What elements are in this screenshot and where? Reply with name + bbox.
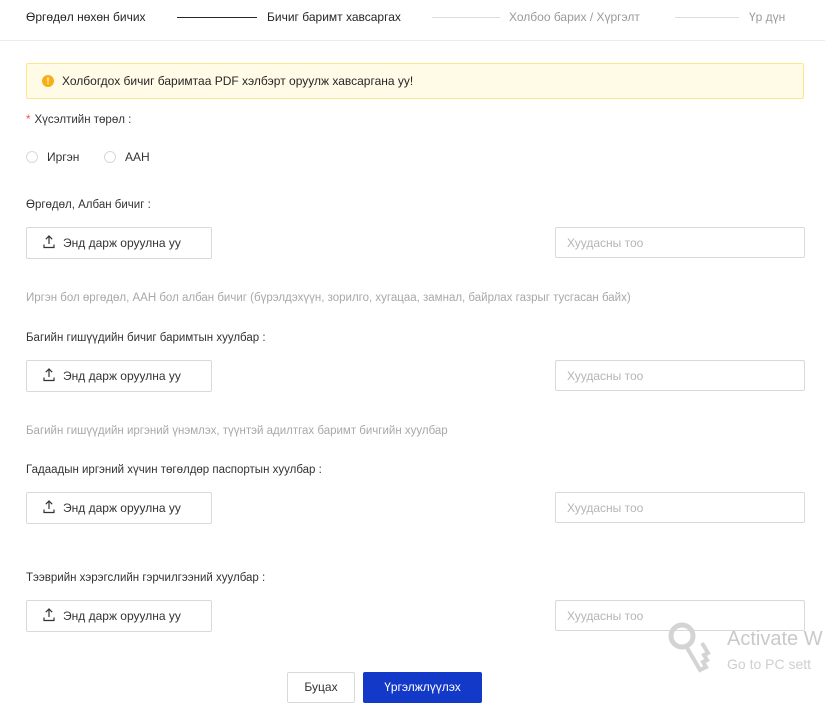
upload-label: Энд дарж оруулна уу — [63, 609, 181, 623]
step-1[interactable]: Өргөдөл нөхөн бичих — [26, 10, 146, 24]
upload-passport-button[interactable]: Энд дарж оруулна уу — [26, 492, 212, 524]
upload-icon — [43, 368, 55, 382]
team-documents-label: Багийн гишүүдийн бичиг баримтын хуулбар … — [26, 332, 266, 344]
pdf-alert: ! Холбогдох бичиг баримтаа PDF хэлбэрт о… — [26, 63, 804, 99]
team-documents-pages-input[interactable] — [555, 360, 805, 391]
activation-watermark: Activate W Go to PC sett — [662, 620, 825, 680]
upload-label: Энд дарж оруулна уу — [63, 236, 181, 250]
passport-copy-label: Гадаадын иргэний хүчин төгөлдөр паспорты… — [26, 464, 322, 476]
key-icon — [668, 622, 711, 673]
upload-icon — [43, 608, 55, 622]
upload-icon — [43, 235, 55, 249]
step-3[interactable]: Холбоо барих / Хүргэлт — [509, 10, 640, 24]
continue-button[interactable]: Үргэлжлүүлэх — [363, 672, 482, 703]
application-hint: Иргэн бол өргөдөл, ААН бол албан бичиг (… — [26, 292, 631, 304]
upload-team-documents-button[interactable]: Энд дарж оруулна уу — [26, 360, 212, 392]
application-pages-input[interactable] — [555, 227, 805, 258]
passport-pages-input[interactable] — [555, 492, 805, 523]
application-letter-label: Өргөдөл, Албан бичиг : — [26, 199, 151, 211]
radio-company-label: ААН — [125, 150, 150, 164]
steps-bar: Өргөдөл нөхөн бичих Бичиг баримт хавсарг… — [0, 0, 825, 41]
step-2[interactable]: Бичиг баримт хавсаргах — [267, 10, 401, 24]
back-button[interactable]: Буцах — [287, 672, 355, 703]
required-mark: * — [26, 114, 31, 126]
step-connector-1 — [177, 17, 257, 18]
upload-vehicle-certificate-button[interactable]: Энд дарж оруулна уу — [26, 600, 212, 632]
upload-application-button[interactable]: Энд дарж оруулна уу — [26, 227, 212, 259]
upload-icon — [43, 500, 55, 514]
step-connector-3 — [675, 17, 739, 18]
upload-label: Энд дарж оруулна уу — [63, 501, 181, 515]
team-documents-hint: Багийн гишүүдийн иргэний үнэмлэх, түүнтэ… — [26, 425, 448, 437]
request-type-label: * Хүсэлтийн төрөл : — [26, 114, 131, 126]
warning-icon: ! — [42, 75, 54, 87]
upload-label: Энд дарж оруулна уу — [63, 369, 181, 383]
step-connector-2 — [432, 17, 500, 18]
watermark-subtitle: Go to PC sett — [727, 656, 812, 672]
watermark-title: Activate W — [727, 628, 823, 650]
radio-circle[interactable] — [26, 151, 38, 163]
request-type-label-text: Хүсэлтийн төрөл : — [34, 114, 132, 126]
radio-citizen-label: Иргэн — [47, 150, 80, 164]
vehicle-certificate-label: Тээврийн хэрэгслийн гэрчилгээний хуулбар… — [26, 572, 266, 584]
step-4[interactable]: Үр дүн — [749, 10, 785, 24]
radio-circle[interactable] — [104, 151, 116, 163]
alert-text: Холбогдох бичиг баримтаа PDF хэлбэрт ору… — [62, 74, 414, 88]
